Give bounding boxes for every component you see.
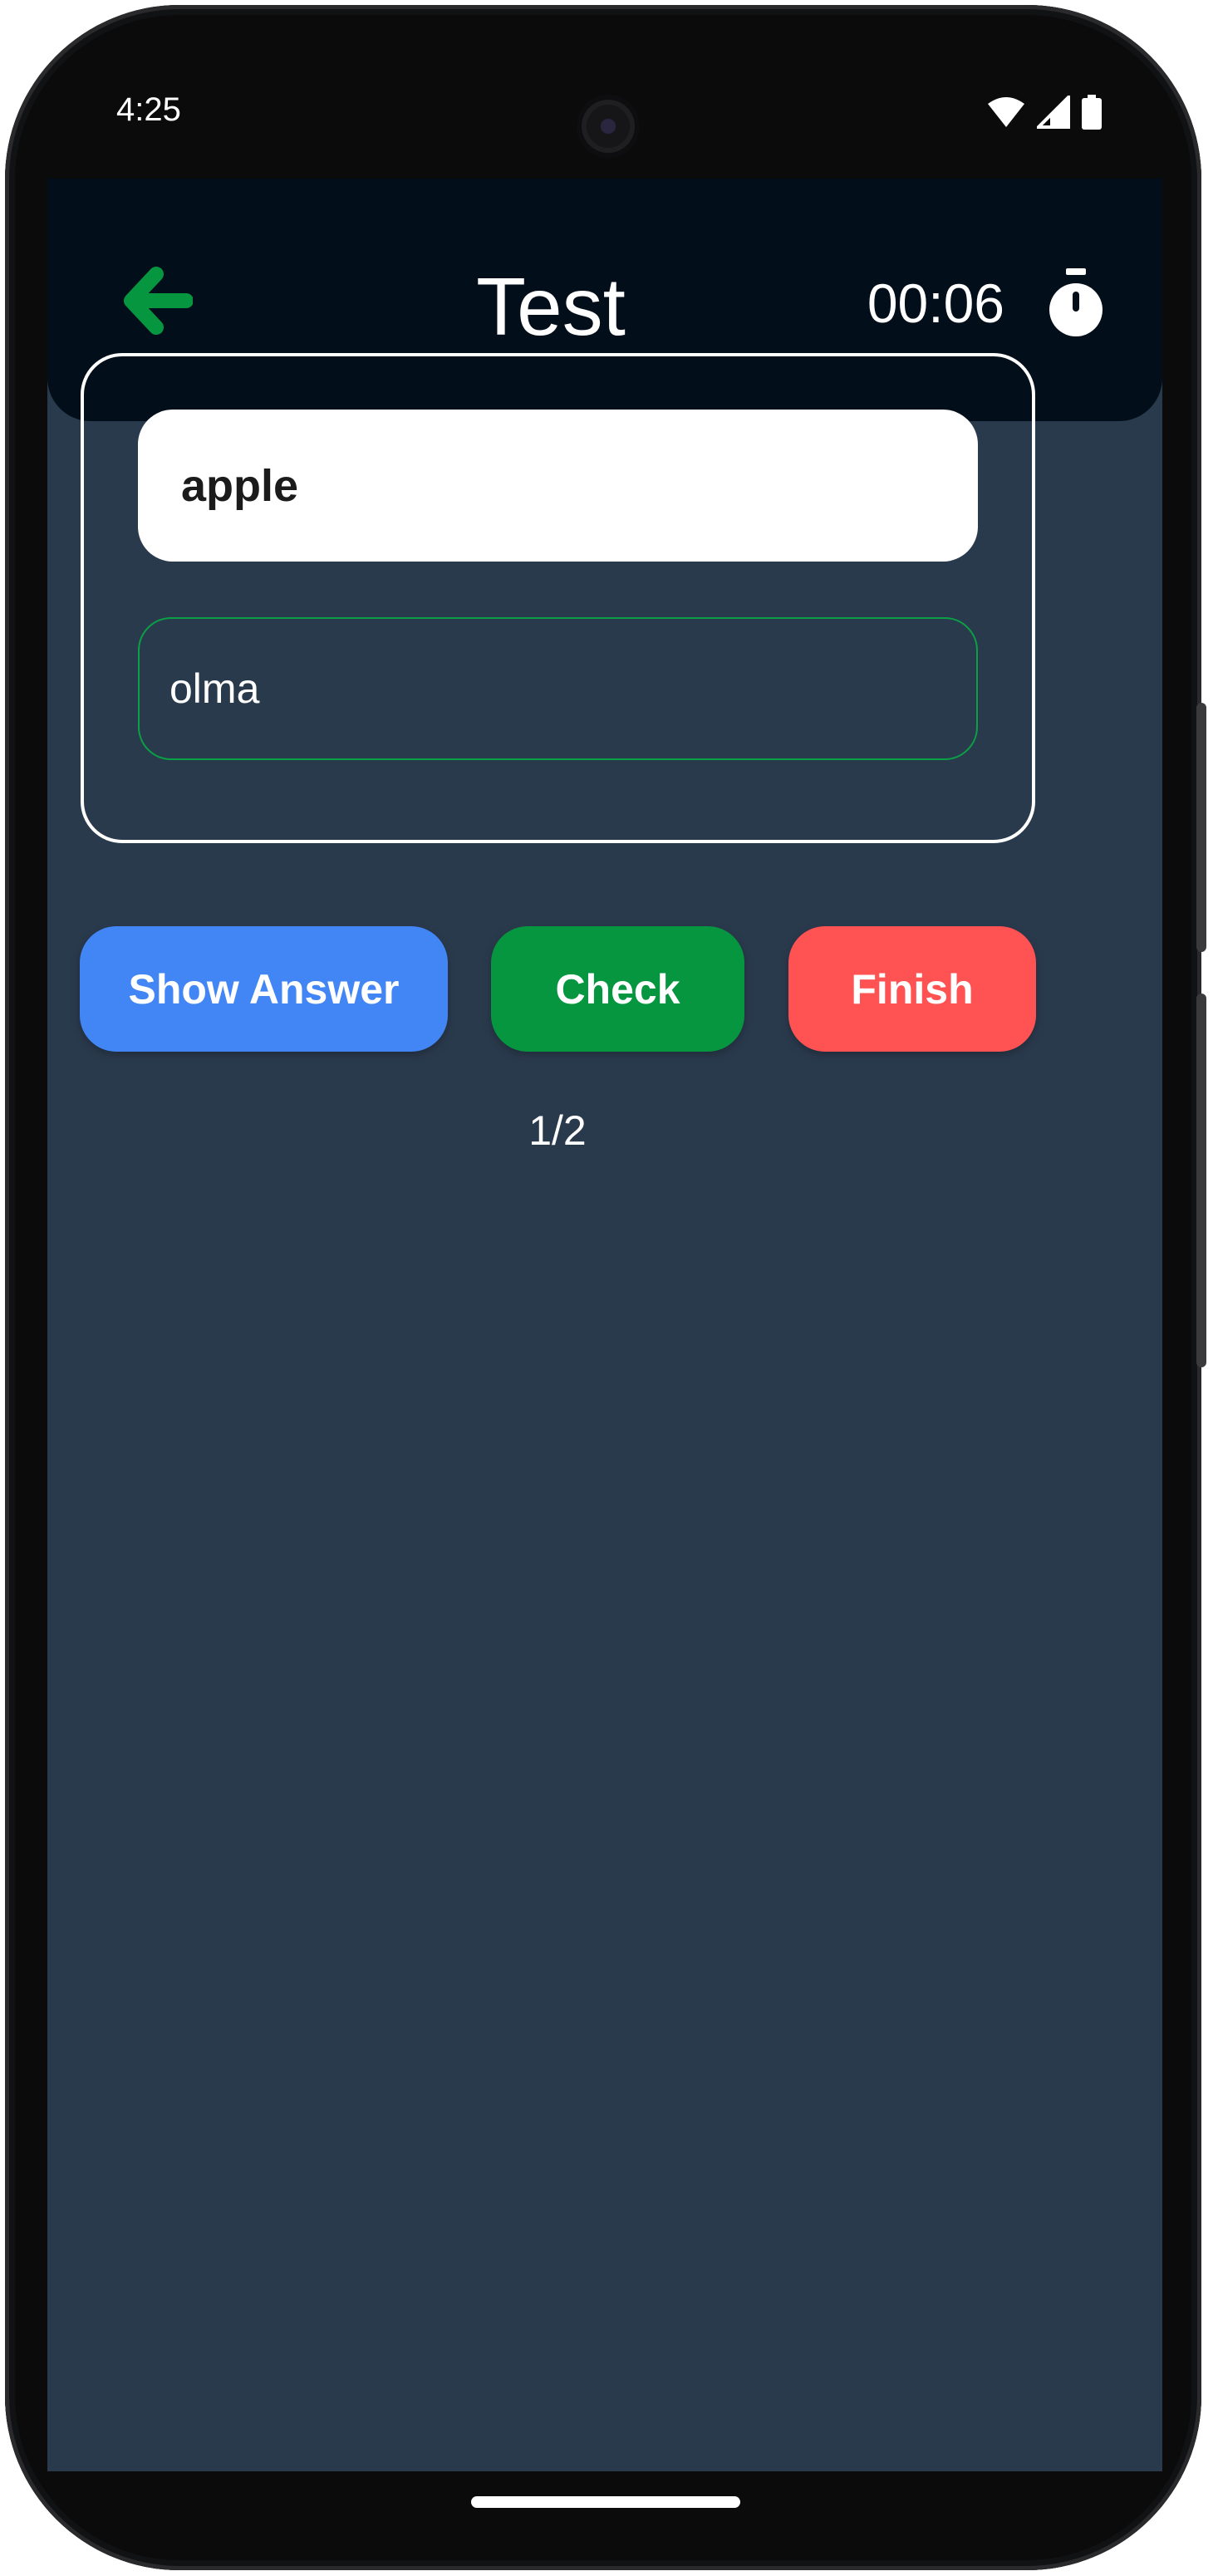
battery-icon bbox=[1082, 95, 1102, 130]
home-indicator[interactable] bbox=[471, 2496, 740, 2508]
answer-input[interactable] bbox=[138, 617, 978, 760]
check-button[interactable]: Check bbox=[491, 926, 744, 1052]
status-icons bbox=[987, 91, 1102, 133]
question-word: apple bbox=[138, 410, 978, 562]
front-camera bbox=[582, 100, 635, 153]
progress-counter: 1/2 bbox=[528, 1107, 587, 1154]
stopwatch-icon bbox=[1049, 268, 1103, 336]
timer-text: 00:06 bbox=[867, 272, 1004, 334]
signal-icon bbox=[1037, 96, 1070, 129]
volume-button bbox=[1196, 994, 1206, 1367]
status-bar: 4:25 bbox=[0, 0, 1218, 179]
status-time: 4:25 bbox=[116, 91, 181, 128]
wifi-icon bbox=[988, 97, 1024, 127]
show-answer-button[interactable]: Show Answer bbox=[80, 926, 448, 1052]
power-button bbox=[1196, 703, 1206, 952]
finish-button[interactable]: Finish bbox=[788, 926, 1036, 1052]
